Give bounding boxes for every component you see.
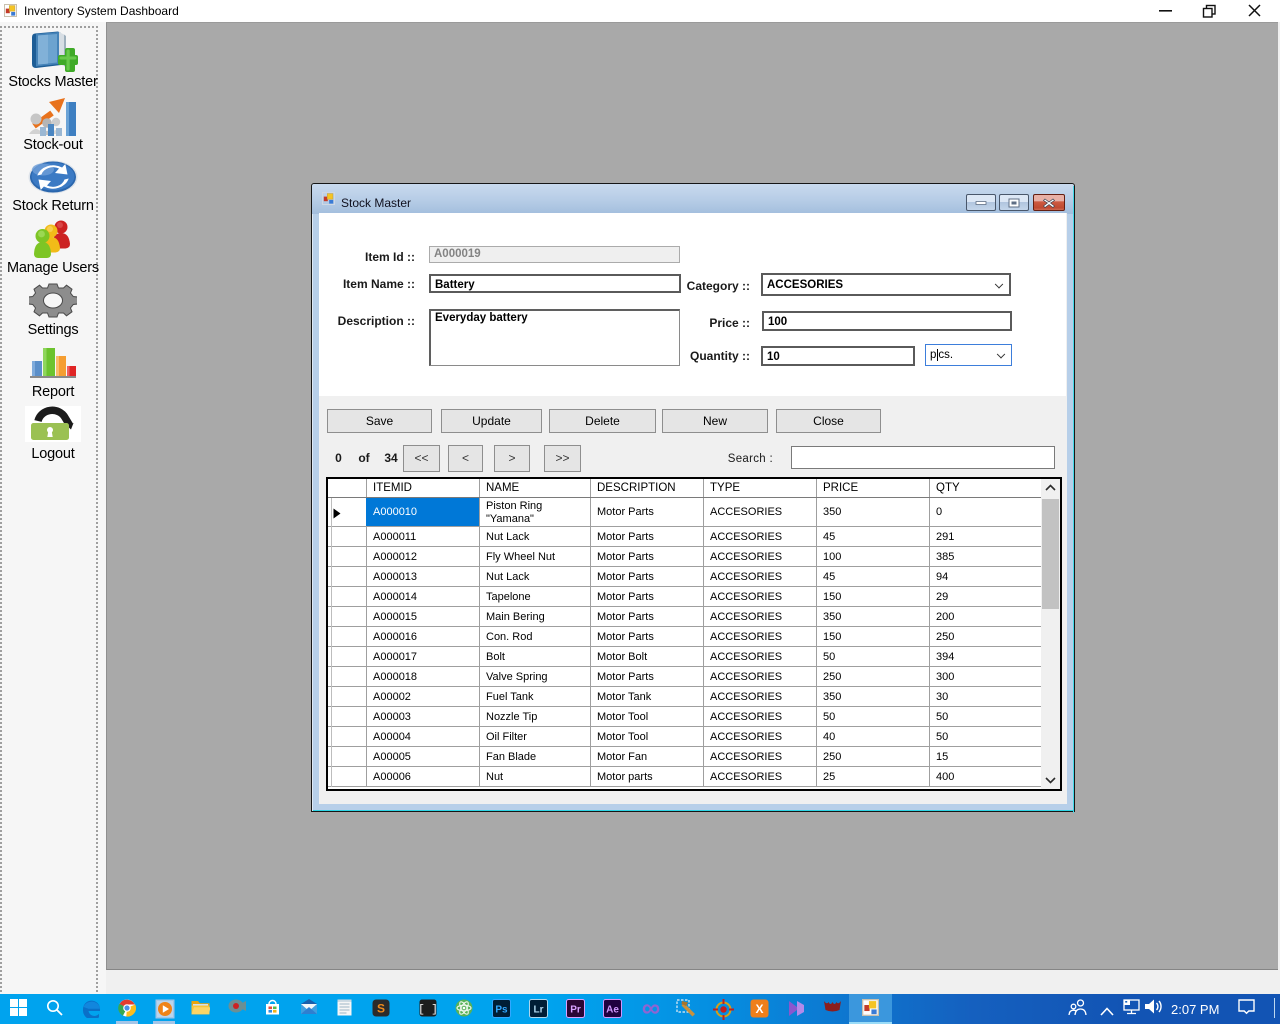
svg-text:Pr: Pr [570, 1005, 581, 1016]
svg-text:S: S [377, 1002, 385, 1016]
svg-text:X: X [755, 1002, 763, 1016]
svg-text:[ ]: [ ] [419, 1004, 437, 1016]
svg-text:Ae: Ae [606, 1005, 619, 1016]
svg-text:∞: ∞ [642, 999, 661, 1019]
svg-text:Lr: Lr [534, 1005, 544, 1016]
svg-text:Ps: Ps [495, 1005, 508, 1016]
